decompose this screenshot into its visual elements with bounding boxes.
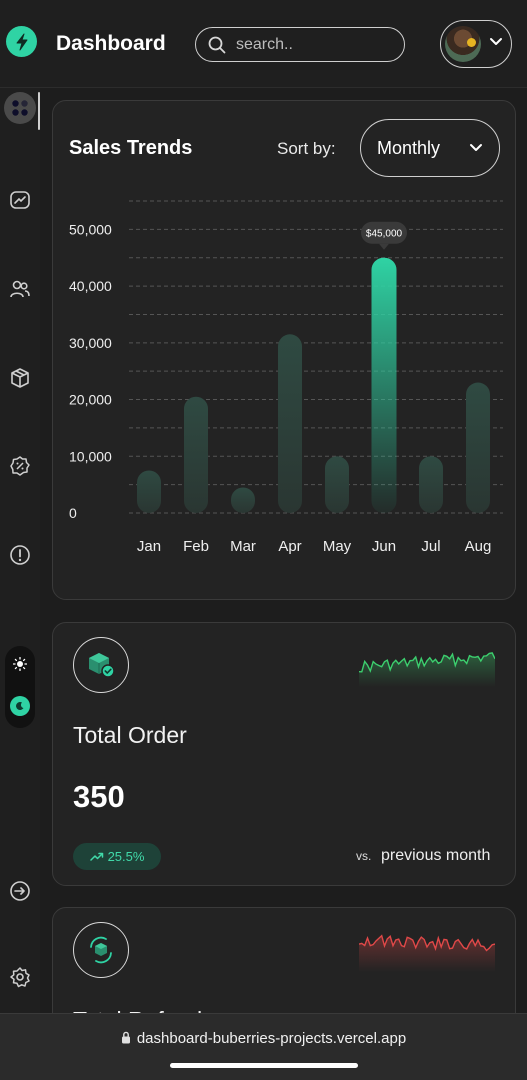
y-tick-label: 10,000 bbox=[69, 448, 112, 464]
sidebar-item-logout[interactable] bbox=[8, 879, 32, 903]
sun-icon[interactable] bbox=[12, 656, 28, 672]
sidebar-item-settings[interactable] bbox=[8, 965, 32, 989]
x-tick-label: Mar bbox=[230, 538, 256, 555]
sort-period-select[interactable]: Monthly bbox=[360, 119, 500, 177]
theme-toggle[interactable] bbox=[5, 646, 35, 728]
y-tick-label: 20,000 bbox=[69, 392, 112, 408]
sales-trends-card: 0 10,000 20,000 30,000 40,000 50,000 Jan Feb Mar… bbox=[52, 100, 516, 600]
bar-jul bbox=[419, 456, 443, 513]
lock-icon bbox=[121, 1031, 130, 1044]
discount-badge-icon bbox=[10, 456, 30, 476]
bar-mar bbox=[231, 487, 255, 513]
gear-icon bbox=[10, 967, 30, 988]
bar-apr bbox=[278, 334, 302, 513]
x-tick-label: Apr bbox=[278, 538, 301, 555]
sort-by-label: Sort by: bbox=[277, 139, 336, 158]
bar-aug bbox=[466, 382, 490, 513]
sort-period-value: Monthly bbox=[377, 138, 441, 158]
x-tick-label: Jan bbox=[137, 538, 161, 555]
x-tick-label: Jun bbox=[372, 538, 396, 555]
refund-sparkline bbox=[359, 934, 495, 972]
search-icon bbox=[208, 36, 226, 54]
trend-up-icon bbox=[89, 852, 103, 861]
avatar bbox=[445, 26, 481, 62]
home-indicator[interactable] bbox=[170, 1063, 358, 1068]
logout-icon bbox=[10, 881, 30, 901]
chevron-down-icon bbox=[490, 38, 502, 45]
sparkline-area bbox=[359, 652, 495, 687]
bar-jun bbox=[371, 257, 397, 513]
chevron-down-icon bbox=[470, 144, 482, 151]
sidebar bbox=[0, 88, 40, 1013]
sidebar-item-trends[interactable] bbox=[8, 188, 32, 212]
box-icon bbox=[11, 368, 29, 388]
y-tick-label: 0 bbox=[69, 505, 77, 521]
total-order-title: Total Order bbox=[73, 722, 187, 748]
active-indicator bbox=[38, 92, 40, 130]
x-tick-label: Feb bbox=[183, 538, 209, 555]
x-tick-label: Jul bbox=[421, 538, 440, 555]
bar-feb bbox=[184, 396, 208, 513]
total-order-card: Total Order 350 25.5% vs. previous month bbox=[52, 622, 516, 886]
order-sparkline bbox=[359, 652, 495, 687]
sidebar-item-products[interactable] bbox=[8, 366, 32, 390]
x-tick-label: Aug bbox=[465, 538, 492, 555]
search-box[interactable] bbox=[195, 27, 405, 62]
growth-value: 25.5% bbox=[107, 849, 145, 864]
bar-data-label: $45,000 bbox=[366, 229, 403, 240]
users-icon bbox=[10, 280, 30, 298]
sidebar-item-dashboard[interactable] bbox=[4, 92, 36, 124]
growth-badge: 25.5% bbox=[73, 843, 161, 870]
top-bar: Dashboard bbox=[0, 0, 527, 88]
y-tick-label: 40,000 bbox=[69, 278, 112, 294]
package-refund-icon bbox=[73, 922, 129, 978]
bar-may bbox=[325, 456, 349, 513]
sales-trends-title: Sales Trends bbox=[69, 137, 193, 159]
search-input[interactable] bbox=[236, 33, 396, 57]
alert-icon bbox=[10, 545, 30, 565]
bolt-icon[interactable] bbox=[6, 26, 37, 57]
dashboard-icon bbox=[12, 100, 28, 116]
bar-tooltip-pointer bbox=[379, 243, 389, 250]
trend-chart-icon bbox=[10, 191, 30, 209]
y-tick-label: 30,000 bbox=[69, 335, 112, 351]
page-title: Dashboard bbox=[56, 32, 166, 55]
y-tick-label: 50,000 bbox=[69, 221, 112, 237]
sidebar-item-users[interactable] bbox=[8, 277, 32, 301]
moon-icon[interactable] bbox=[10, 696, 30, 716]
sidebar-item-alerts[interactable] bbox=[8, 543, 32, 567]
profile-menu-button[interactable] bbox=[440, 20, 512, 68]
vs-label: vs. bbox=[356, 849, 372, 863]
total-order-value: 350 bbox=[73, 779, 125, 814]
browser-address-bar[interactable]: dashboard-buberries-projects.vercel.app bbox=[0, 1013, 527, 1080]
comparison-label: previous month bbox=[381, 847, 491, 864]
x-tick-label: May bbox=[323, 538, 352, 555]
bar-jan bbox=[137, 470, 161, 513]
sparkline-area bbox=[359, 935, 495, 972]
sidebar-item-discounts[interactable] bbox=[8, 454, 32, 478]
package-check-icon bbox=[73, 637, 129, 693]
url-display[interactable]: dashboard-buberries-projects.vercel.app bbox=[0, 1030, 527, 1047]
url-text: dashboard-buberries-projects.vercel.app bbox=[136, 1030, 407, 1047]
